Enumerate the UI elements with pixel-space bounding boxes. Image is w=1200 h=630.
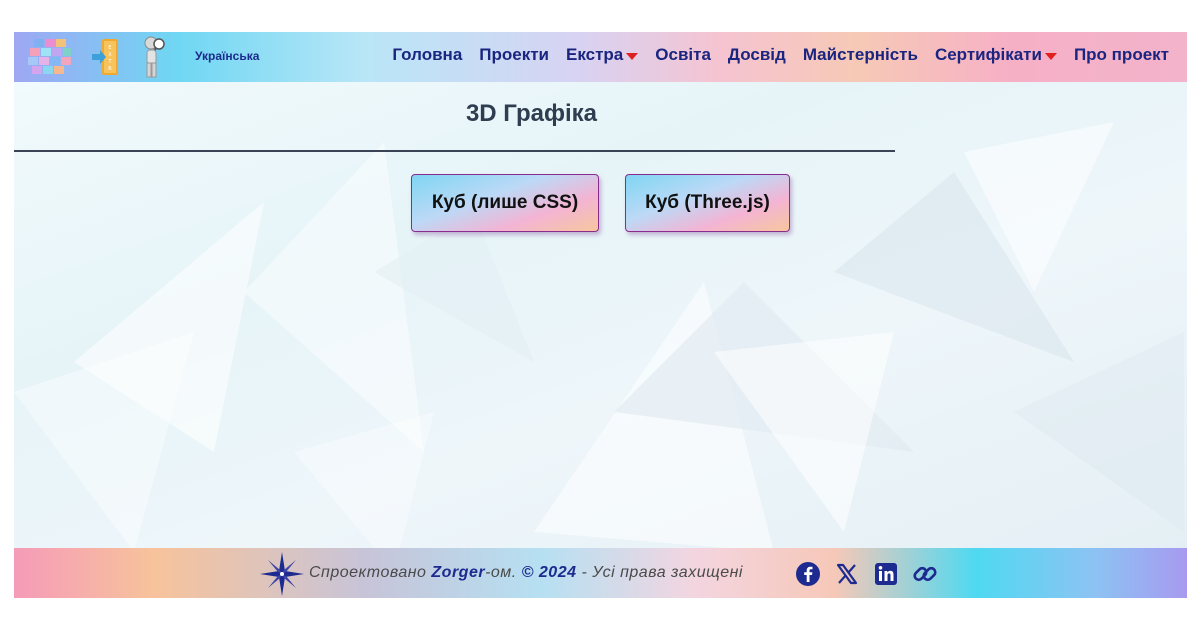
main-nav: Головна Проекти Екстра Освіта Досвід Май… <box>375 45 1169 65</box>
threejs-cube-button[interactable]: Куб (Three.js) <box>625 174 790 232</box>
css-cube-button[interactable]: Куб (лише CSS) <box>411 174 599 232</box>
site-logo[interactable] <box>26 37 72 77</box>
caret-down-icon <box>1044 52 1057 60</box>
nav-about[interactable]: Про проект <box>1074 45 1169 65</box>
author-name: Zorger <box>431 564 486 581</box>
nav-skills-label: Майстерність <box>802 45 918 64</box>
designed-text: Спроектовано <box>309 564 427 581</box>
nav-home-label: Головна <box>392 45 463 64</box>
nav-experience[interactable]: Досвід <box>728 45 786 65</box>
svg-text:R: R <box>108 66 112 72</box>
nav-experience-label: Досвід <box>727 45 786 64</box>
linkedin-icon[interactable] <box>873 561 899 587</box>
nav-education-label: Освіта <box>655 45 711 64</box>
author-suffix: -ом. <box>485 564 517 581</box>
x-icon[interactable] <box>834 561 860 587</box>
nav-projects-label: Проекти <box>479 45 550 64</box>
language-selector[interactable]: Українська <box>195 49 259 63</box>
facebook-icon[interactable] <box>795 561 821 587</box>
page-title: 3D Графіка <box>465 100 598 127</box>
rights-text: - Усі права захищені <box>581 564 743 581</box>
extra-logo[interactable]: E X T R <box>92 39 118 75</box>
svg-text:E: E <box>108 45 111 51</box>
nav-extra-label: Екстра <box>566 45 624 64</box>
search-figure-icon[interactable] <box>142 35 168 79</box>
nav-skills[interactable]: Майстерність <box>803 45 918 65</box>
nav-extra[interactable]: Екстра <box>566 45 639 65</box>
page-frame: E X T R Українська Головна Проекти Екстр… <box>14 32 1187 598</box>
svg-text:X: X <box>108 52 112 58</box>
header: E X T R Українська Головна Проекти Екстр… <box>14 32 1187 82</box>
copyright-year: © 2024 <box>521 564 577 581</box>
caret-down-icon <box>626 52 639 60</box>
link-icon[interactable] <box>912 561 938 587</box>
nav-projects[interactable]: Проекти <box>479 45 549 65</box>
nav-certificates[interactable]: Сертифікати <box>935 45 1057 65</box>
footer: Спроектовано Zorger-ом. © 2024 - Усі пра… <box>14 548 1187 598</box>
nav-about-label: Про проект <box>1073 45 1169 64</box>
compass-logo-icon <box>260 552 304 596</box>
nav-certificates-label: Сертифікати <box>934 45 1042 64</box>
copyright-text: Спроектовано Zorger-ом. © 2024 - Усі пра… <box>309 564 743 582</box>
nav-home[interactable]: Головна <box>392 45 462 65</box>
title-divider <box>14 150 895 152</box>
nav-education[interactable]: Освіта <box>655 45 711 65</box>
